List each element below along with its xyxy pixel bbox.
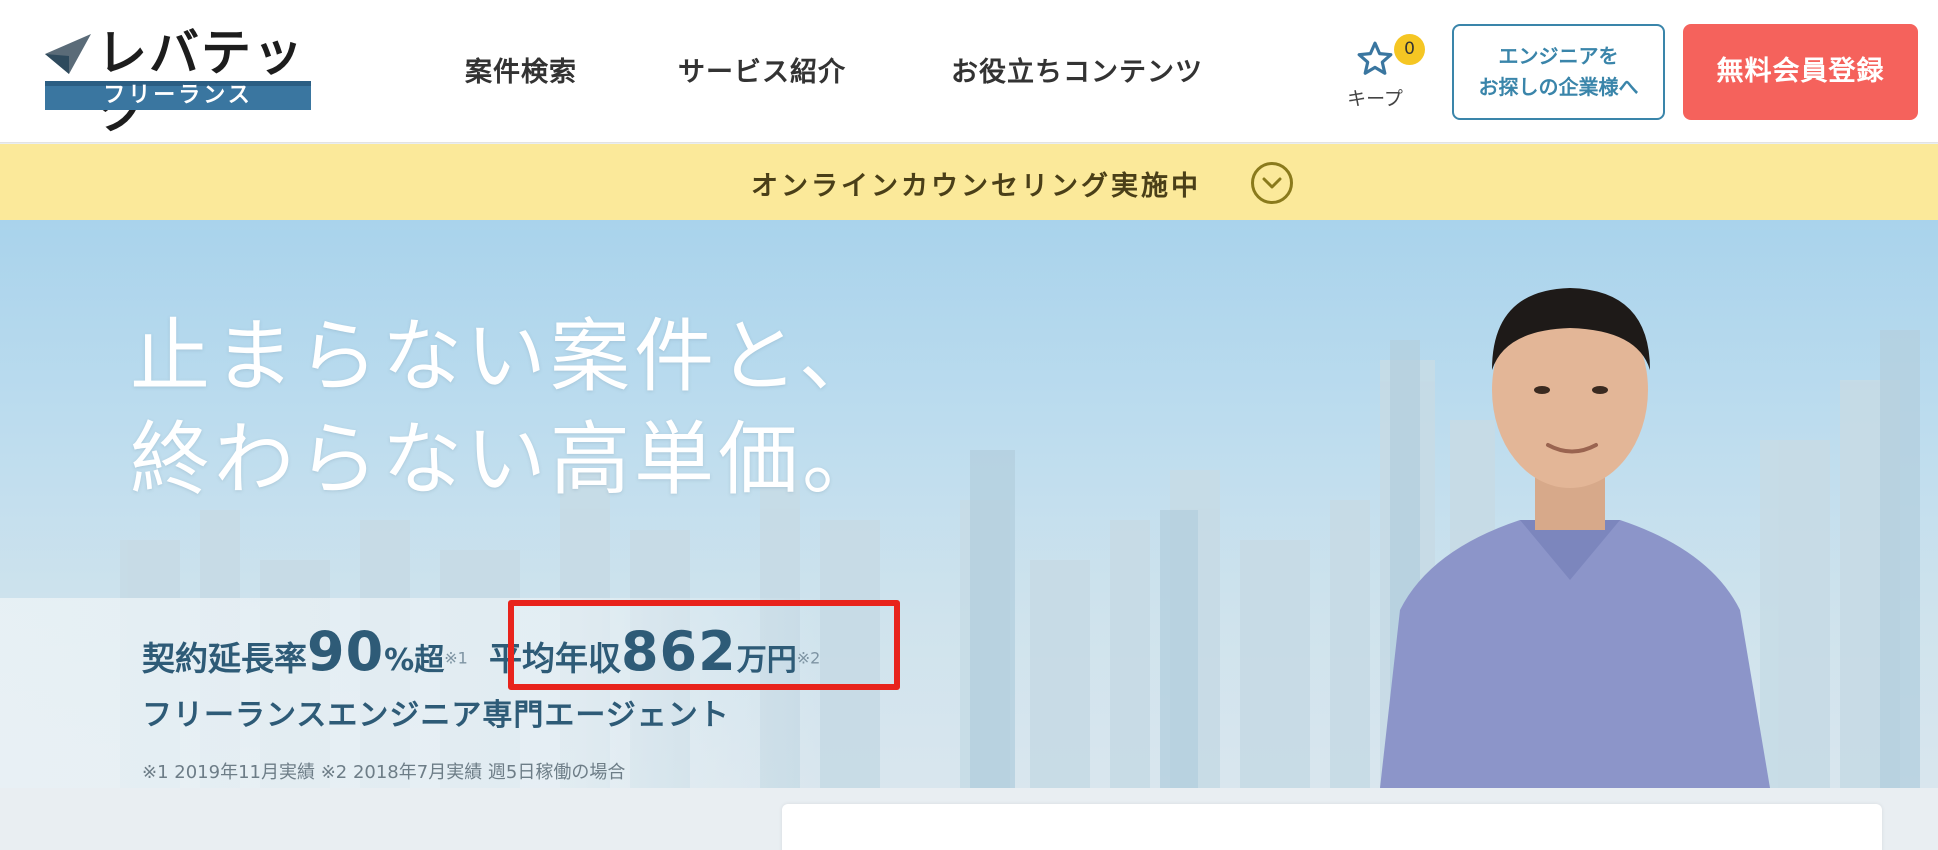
- annual-income-highlight-box: [508, 600, 900, 690]
- stat1-value: 90: [307, 620, 385, 683]
- corporate-inquiry-line1: エンジニアを: [1498, 44, 1619, 68]
- logo-sub-text: フリーランス: [45, 81, 311, 110]
- stat1-label: 契約延長率: [142, 639, 307, 678]
- hero-section: 止まらない案件と、 終わらない高単価。 契約延長率90%超※1 平均年収862万…: [0, 220, 1938, 788]
- hero-tagline: フリーランスエンジニア専門エージェント: [142, 698, 730, 733]
- chevron-down-icon: [1251, 162, 1293, 204]
- keep-label: キープ: [1347, 88, 1403, 110]
- content-card: [782, 804, 1882, 850]
- banner-text: オンラインカウンセリング実施中: [751, 171, 1201, 202]
- corporate-inquiry-button[interactable]: エンジニアを お探しの企業様へ: [1452, 24, 1665, 120]
- site-header: レバテック フリーランス 案件検索 サービス紹介 お役立ちコンテンツ 0 キープ…: [0, 0, 1938, 143]
- stat1-note: ※1: [444, 648, 468, 668]
- logo-mark-icon: [45, 34, 91, 74]
- free-register-button[interactable]: 無料会員登録: [1683, 24, 1918, 120]
- stat1-unit: %超: [384, 643, 445, 678]
- star-icon: [1357, 41, 1393, 75]
- online-counseling-banner[interactable]: オンラインカウンセリング実施中: [0, 144, 1938, 220]
- site-logo[interactable]: レバテック フリーランス: [45, 24, 311, 140]
- keep-button[interactable]: 0 キープ: [1338, 30, 1425, 110]
- nav-services[interactable]: サービス紹介: [678, 50, 846, 89]
- nav-job-search[interactable]: 案件検索: [465, 50, 577, 89]
- logo-sub-label: フリーランス: [103, 83, 253, 108]
- hero-footnote: ※1 2019年11月実績 ※2 2018年7月実績 週5日稼働の場合: [142, 762, 626, 783]
- keep-count-badge: 0: [1394, 34, 1425, 65]
- corporate-inquiry-line2: お探しの企業様へ: [1478, 75, 1639, 99]
- nav-useful-content[interactable]: お役立ちコンテンツ: [951, 50, 1203, 89]
- hero-headline-2: 終わらない高単価。: [130, 413, 886, 506]
- hero-headline-1: 止まらない案件と、: [130, 310, 883, 403]
- consultant-photo: [1380, 288, 1770, 788]
